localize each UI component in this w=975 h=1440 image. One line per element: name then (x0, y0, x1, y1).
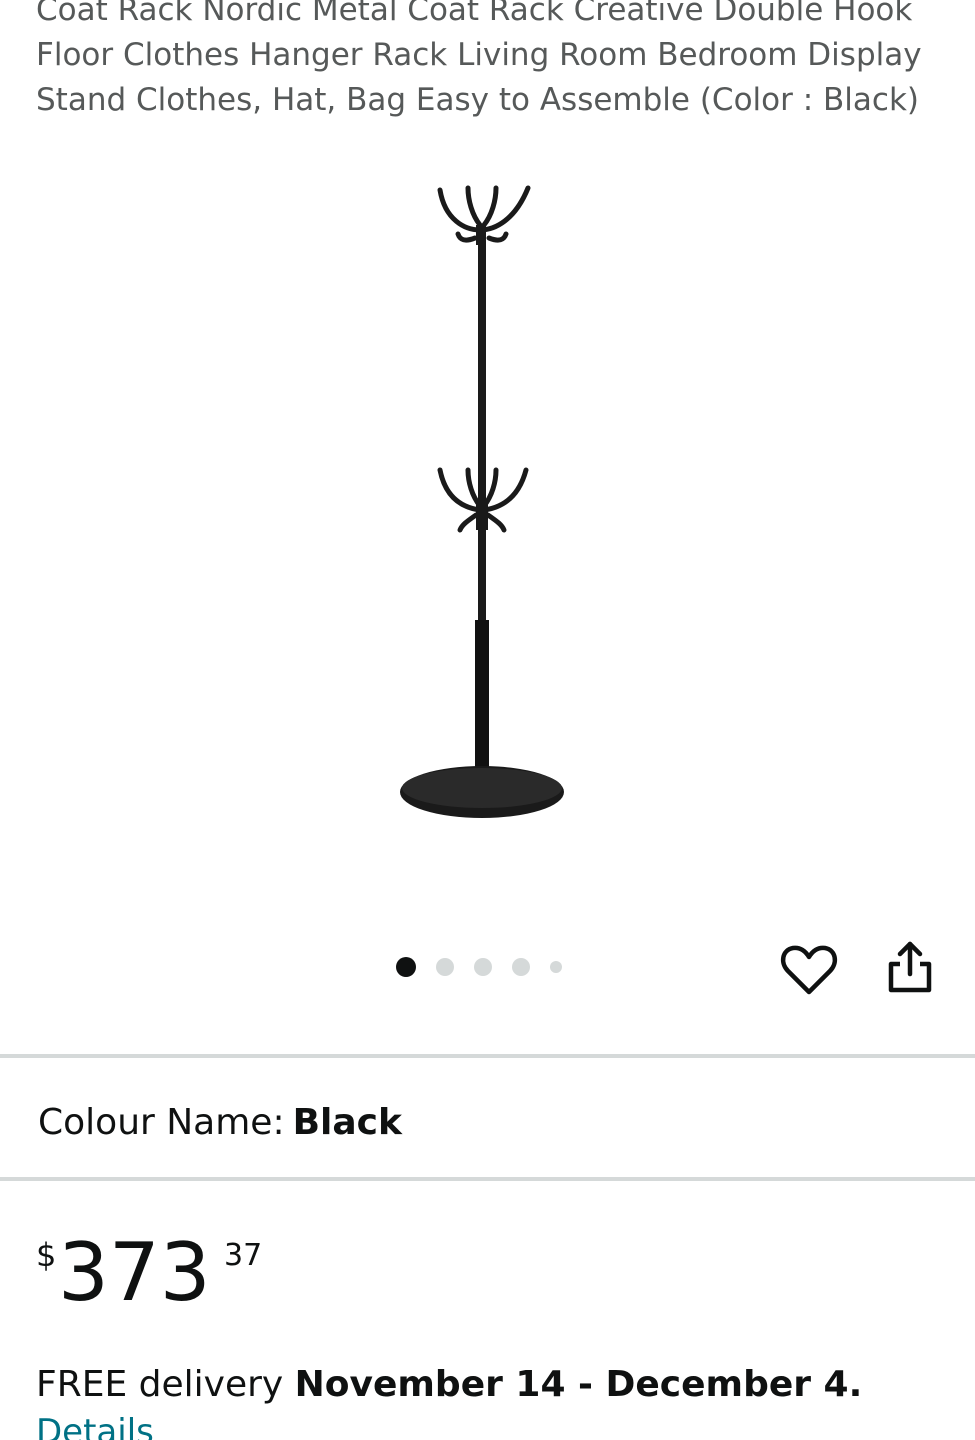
product-page: Coat Rack Nordic Metal Coat Rack Creativ… (0, 0, 975, 1440)
carousel-dot[interactable] (512, 958, 530, 976)
carousel-dot[interactable] (436, 958, 454, 976)
share-icon[interactable] (883, 938, 937, 996)
carousel-dot[interactable] (396, 957, 416, 977)
delivery-prefix: FREE delivery (36, 1364, 284, 1405)
variation-label: Colour Name: (38, 1102, 285, 1143)
carousel-dot[interactable] (550, 961, 562, 973)
price-whole: 373 (58, 1226, 211, 1319)
image-carousel-indicator[interactable] (396, 955, 582, 979)
section-divider (0, 1054, 975, 1058)
variation-row: Colour Name: Black (38, 1100, 402, 1146)
section-divider (0, 1177, 975, 1181)
delivery-details-link[interactable]: Details (36, 1412, 154, 1440)
price-currency-symbol: $ (36, 1236, 57, 1274)
delivery-date-range: November 14 - December 4. (294, 1364, 863, 1405)
product-title: Coat Rack Nordic Metal Coat Rack Creativ… (36, 0, 922, 118)
product-image[interactable] (380, 170, 590, 830)
heart-icon[interactable] (780, 944, 838, 996)
delivery-message: FREE delivery November 14 - December 4. (36, 1362, 862, 1408)
variation-value: Black (292, 1102, 402, 1143)
carousel-dot[interactable] (474, 958, 492, 976)
price-fraction: 37 (224, 1238, 263, 1273)
